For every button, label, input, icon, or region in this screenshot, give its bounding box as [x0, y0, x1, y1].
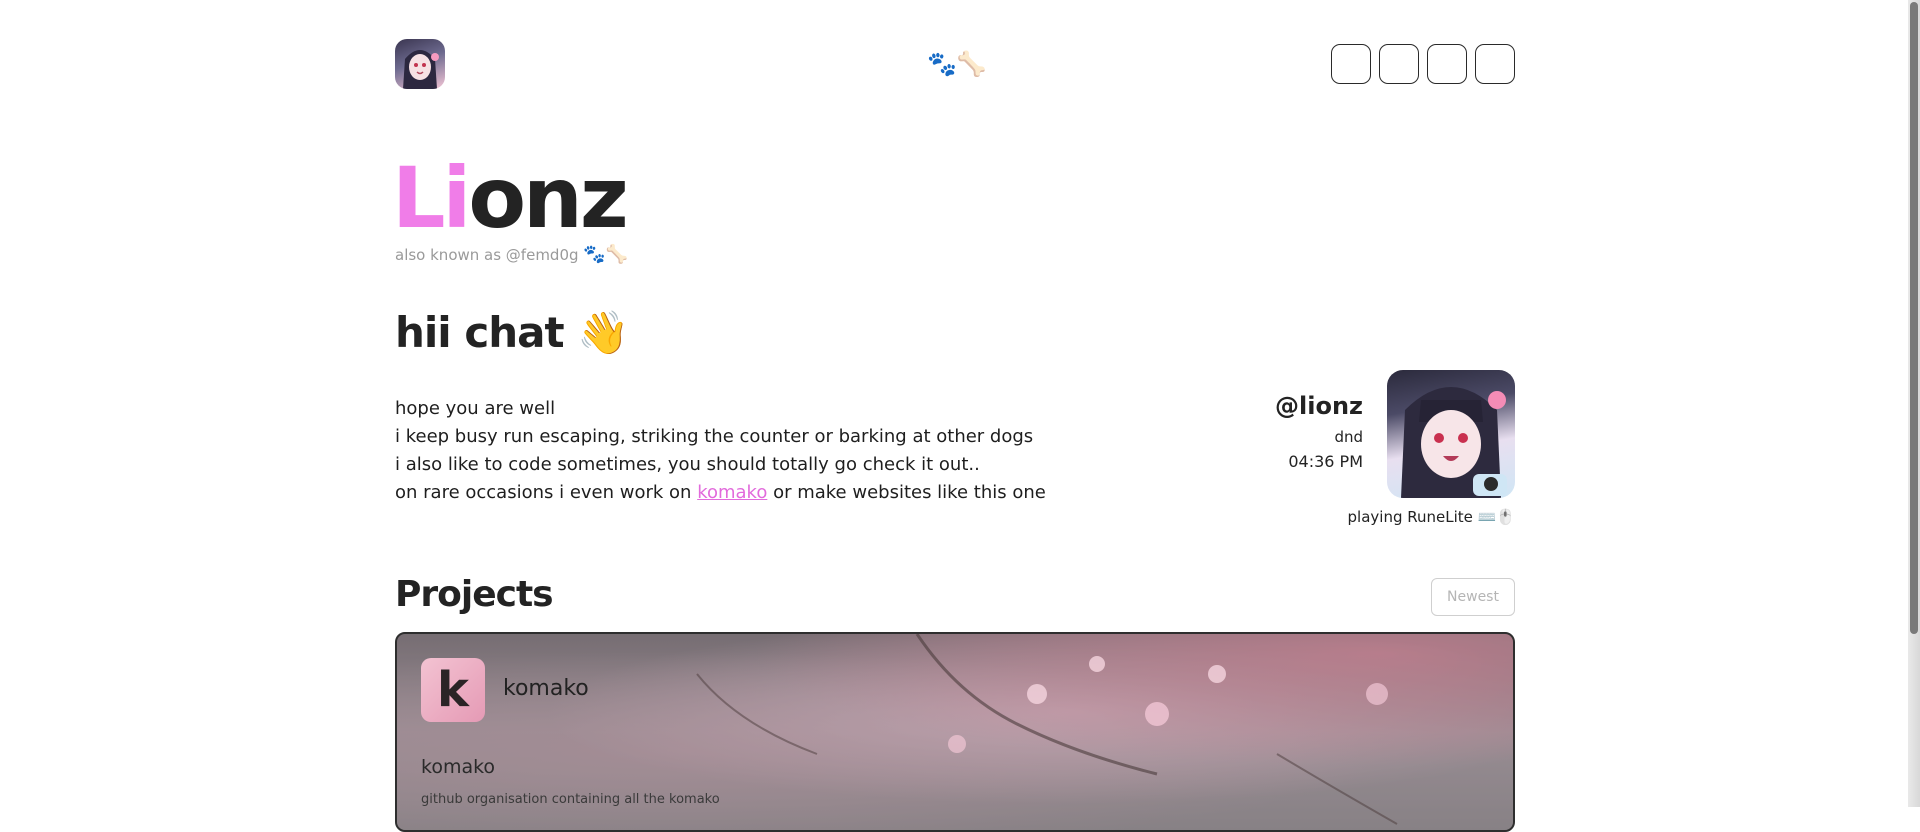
projects-heading: Projects: [395, 574, 554, 615]
nav-button-3[interactable]: [1427, 44, 1467, 84]
bio-line: on rare occasions i even work on komako …: [395, 479, 1115, 507]
project-card[interactable]: k komako komako github organisation cont…: [395, 632, 1515, 832]
bio-line-post: or make websites like this one: [767, 482, 1046, 503]
site-name-rest: onz: [468, 149, 628, 247]
bio-line: hope you are well: [395, 398, 556, 419]
profile-handle: @lionz: [1275, 392, 1363, 420]
sort-newest-button[interactable]: Newest: [1431, 578, 1515, 616]
bio-line: i keep busy run escaping, striking the c…: [395, 426, 1034, 447]
header-nav: [1331, 44, 1515, 84]
bio-text: hope you are well i keep busy run escapi…: [395, 395, 1115, 507]
wave-emoji: 👋: [577, 308, 629, 357]
greeting-text: hii chat: [395, 308, 565, 357]
project-icon-letter: k: [437, 662, 469, 718]
avatar-art-icon: [403, 50, 439, 89]
profile-art-icon: [1401, 387, 1507, 498]
greeting-heading: hii chat 👋: [395, 308, 629, 358]
header-avatar[interactable]: [395, 39, 445, 89]
bio-line-pre: on rare occasions i even work on: [395, 482, 698, 503]
aka-line: also known as @femd0g 🐾🦴: [395, 244, 628, 265]
nav-button-2[interactable]: [1379, 44, 1419, 84]
nav-button-4[interactable]: [1475, 44, 1515, 84]
profile-time: 04:36 PM: [1288, 452, 1363, 471]
project-icon: k: [421, 658, 485, 722]
project-subtitle: komako: [421, 756, 496, 778]
project-description: github organisation containing all the k…: [421, 792, 720, 807]
bio-line: i also like to code sometimes, you shoul…: [395, 454, 980, 475]
komako-link[interactable]: komako: [697, 482, 767, 503]
site-name: Lionz: [392, 156, 629, 240]
page-container: 🐾🦴 Lionz also known as @femd0g 🐾🦴 hii ch…: [392, 0, 1515, 832]
scrollbar-thumb[interactable]: [1910, 2, 1918, 634]
project-name: komako: [503, 676, 589, 701]
profile-activity: playing RuneLite ⌨️🖱️: [1347, 508, 1515, 526]
site-name-highlight: Li: [392, 149, 471, 247]
nav-button-1[interactable]: [1331, 44, 1371, 84]
profile-avatar: [1387, 370, 1515, 498]
profile-status: dnd: [1334, 428, 1363, 446]
aka-emoji: 🐾🦴: [583, 244, 629, 265]
paw-bone-emoji: 🐾🦴: [927, 50, 987, 78]
aka-text: also known as @femd0g: [395, 246, 579, 264]
page-scrollbar[interactable]: [1908, 0, 1920, 807]
